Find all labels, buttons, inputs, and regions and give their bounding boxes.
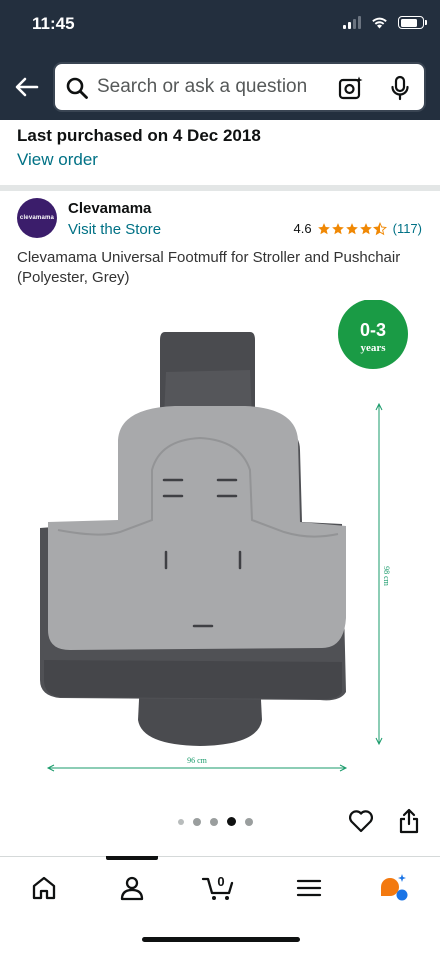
search-bar[interactable] — [53, 62, 426, 112]
top-bar: 11:45 — [0, 0, 440, 120]
carousel-dot[interactable] — [210, 817, 218, 826]
battery-icon — [398, 16, 427, 29]
section-divider — [0, 185, 440, 191]
star-full-icon — [359, 222, 372, 234]
account-icon[interactable] — [117, 873, 147, 903]
rating-count: (117) — [392, 221, 422, 236]
rating-value: 4.6 — [293, 221, 312, 236]
star-rating — [317, 221, 387, 236]
width-dimension: 96 cm — [46, 756, 348, 772]
brand-logo-text: clevamama — [19, 215, 55, 221]
age-badge-main: 0-3 — [360, 320, 386, 340]
star-half-icon — [372, 221, 387, 235]
rufus-icon[interactable] — [378, 873, 408, 903]
nav-active-indicator — [106, 856, 158, 860]
microphone-icon[interactable] — [389, 75, 411, 101]
product-title: Clevamama Universal Footmuff for Strolle… — [17, 249, 401, 286]
menu-icon[interactable] — [294, 873, 324, 903]
back-arrow-icon[interactable] — [12, 72, 42, 102]
brand-name: Clevamama — [68, 200, 152, 217]
status-icons — [343, 16, 427, 29]
star-full-icon — [345, 222, 358, 234]
view-order-link[interactable]: View order — [17, 150, 98, 170]
star-full-icon — [331, 222, 344, 234]
carousel-dot[interactable] — [245, 817, 253, 826]
star-full-icon — [317, 222, 330, 234]
status-time: 11:45 — [32, 14, 75, 33]
cart-count: 0 — [217, 874, 224, 889]
search-icon — [66, 77, 88, 99]
age-badge: 0-3 years — [338, 300, 408, 369]
footmuff-illustration — [40, 332, 346, 746]
search-input[interactable] — [97, 76, 322, 98]
rating-summary[interactable]: 4.6 (117) — [294, 221, 422, 236]
height-dimension: 98 cm — [375, 402, 391, 746]
wifi-icon — [372, 17, 387, 29]
heart-icon[interactable] — [348, 809, 374, 833]
carousel-dot[interactable] — [178, 818, 184, 825]
home-indicator — [142, 937, 300, 942]
width-label: 96 cm — [187, 756, 208, 765]
brand-logo[interactable]: clevamama — [17, 198, 57, 238]
share-icon[interactable] — [398, 808, 420, 834]
carousel-dot[interactable] — [193, 817, 201, 826]
height-label: 98 cm — [382, 566, 391, 587]
product-image[interactable]: 0-3 years 98 cm 96 cm — [0, 300, 440, 790]
last-purchased-text: Last purchased on 4 Dec 2018 — [17, 126, 261, 145]
camera-lens-icon[interactable] — [338, 75, 364, 101]
cart-icon[interactable]: 0 — [201, 873, 239, 903]
home-icon[interactable] — [29, 873, 59, 903]
cellular-signal-icon — [343, 16, 361, 29]
carousel-dot-active[interactable] — [227, 817, 236, 826]
visit-store-link[interactable]: Visit the Store — [68, 221, 161, 238]
image-carousel-dots[interactable] — [178, 817, 253, 826]
age-badge-sub: years — [360, 342, 386, 354]
purchase-banner: Last purchased on 4 Dec 2018 View order — [17, 126, 261, 169]
